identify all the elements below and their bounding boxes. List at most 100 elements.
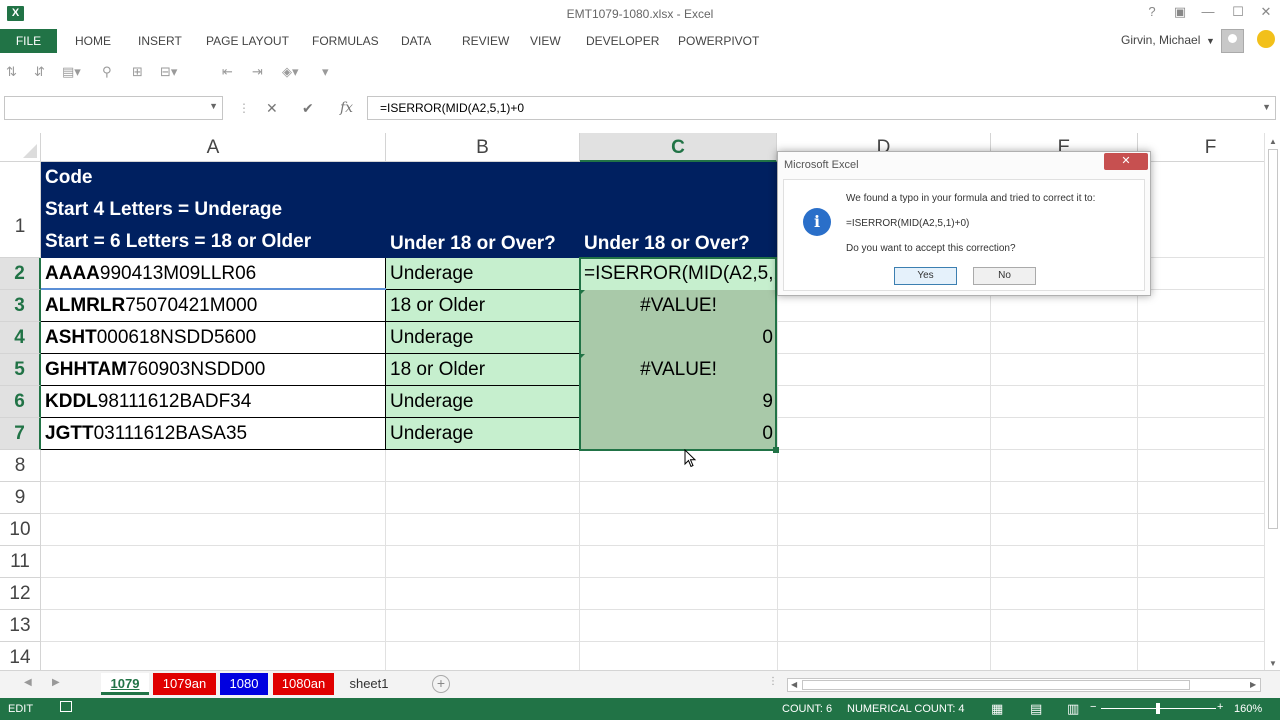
page-layout-view-icon[interactable]: ▤	[1030, 701, 1042, 717]
horizontal-scrollbar[interactable]: ◀ ▶	[787, 678, 1261, 692]
scroll-right-icon[interactable]: ▶	[1250, 680, 1256, 689]
cell-b6[interactable]: Underage	[386, 386, 580, 418]
minimize-icon[interactable]: —	[1198, 4, 1218, 19]
row-header-4[interactable]: 4	[0, 322, 41, 354]
row-header-2[interactable]: 2	[0, 258, 41, 290]
tab-view[interactable]: VIEW	[530, 29, 561, 53]
cancel-icon[interactable]: ✕	[266, 100, 278, 117]
row-header-1[interactable]: 1	[0, 162, 41, 258]
row-header-7[interactable]: 7	[0, 418, 41, 450]
tab-review[interactable]: REVIEW	[462, 29, 509, 53]
sheet-tab-sheet1[interactable]: sheet1	[340, 673, 398, 695]
insert-function-icon[interactable]: fx	[340, 100, 353, 116]
column-header-c[interactable]: C	[580, 133, 777, 162]
chevron-down-icon[interactable]: ▼	[209, 101, 218, 111]
enter-icon[interactable]: ✔	[302, 100, 314, 117]
zoom-slider-thumb[interactable]	[1156, 703, 1160, 714]
autocorrect-dialog[interactable]: Microsoft Excel ✕ i We found a typo in y…	[777, 151, 1151, 296]
tab-formulas[interactable]: FORMULAS	[312, 29, 379, 53]
cell-b4[interactable]: Underage	[386, 322, 580, 354]
prev-sheet-icon[interactable]: ◀	[24, 677, 32, 688]
close-icon[interactable]: ✕	[1256, 4, 1276, 20]
horizontal-scroll-thumb[interactable]	[802, 680, 1190, 690]
paste-icon[interactable]: ▤▾	[62, 64, 81, 80]
format-painter-icon[interactable]: ⚲	[102, 64, 112, 80]
cell-a5[interactable]: GHHTAM760903NSDD00	[41, 354, 386, 386]
cell-c6[interactable]: 9	[580, 386, 777, 418]
ribbon-display-icon[interactable]: ▣	[1170, 4, 1190, 20]
column-header-f[interactable]: F	[1138, 133, 1264, 162]
sort-icon[interactable]: ⇅	[6, 64, 17, 80]
no-button[interactable]: No	[973, 267, 1036, 285]
yes-button[interactable]: Yes	[894, 267, 957, 285]
cell-a3[interactable]: ALMRLR75070421M000	[41, 290, 386, 322]
dialog-close-button[interactable]: ✕	[1104, 153, 1148, 170]
feedback-smiley-icon[interactable]	[1257, 30, 1275, 48]
add-sheet-icon[interactable]: +	[432, 675, 450, 693]
normal-view-icon[interactable]: ▦	[991, 701, 1003, 717]
row-header-5[interactable]: 5	[0, 354, 41, 386]
user-dropdown-icon[interactable]: ▼	[1206, 29, 1215, 53]
row-header-6[interactable]: 6	[0, 386, 41, 418]
zoom-out-icon[interactable]: −	[1090, 701, 1096, 713]
decrease-indent-icon[interactable]: ⇤	[222, 64, 233, 80]
cell-b7[interactable]: Underage	[386, 418, 580, 450]
scroll-down-icon[interactable]: ▼	[1269, 659, 1277, 668]
vertical-scroll-thumb[interactable]	[1268, 149, 1278, 529]
cell-c7[interactable]: 0	[580, 418, 777, 450]
sort-desc-icon[interactable]: ⇵	[34, 64, 45, 80]
cell-c3[interactable]: #VALUE!	[580, 290, 777, 322]
cell-a1[interactable]: Code Start 4 Letters = Underage Start = …	[41, 162, 386, 258]
cell-b1[interactable]: Under 18 or Over?	[386, 162, 580, 258]
zoom-in-icon[interactable]: +	[1217, 701, 1223, 713]
select-all-button[interactable]	[0, 133, 41, 162]
borders-icon[interactable]: ⊞	[132, 64, 143, 80]
vertical-scrollbar[interactable]: ▲ ▼	[1264, 133, 1280, 670]
row-header-11[interactable]: 11	[0, 546, 41, 578]
cell-c5[interactable]: #VALUE!	[580, 354, 777, 386]
cell-b5[interactable]: 18 or Older	[386, 354, 580, 386]
cell-a6[interactable]: KDDL98111612BADF34	[41, 386, 386, 418]
row-header-9[interactable]: 9	[0, 482, 41, 514]
name-box[interactable]: ▼	[4, 96, 223, 120]
sheet-tab-1079an[interactable]: 1079an	[153, 673, 216, 695]
row-header-3[interactable]: 3	[0, 290, 41, 322]
fill-handle[interactable]	[773, 447, 779, 453]
increase-indent-icon[interactable]: ⇥	[252, 64, 263, 80]
page-break-view-icon[interactable]: ▥	[1067, 701, 1079, 717]
cell-c1[interactable]: Under 18 or Over?	[580, 162, 777, 258]
merge-icon[interactable]: ⊟▾	[160, 64, 177, 80]
tab-page-layout[interactable]: PAGE LAYOUT	[206, 29, 289, 53]
column-header-a[interactable]: A	[41, 133, 386, 162]
cell-a2[interactable]: AAAA990413M09LLR06	[41, 258, 386, 290]
avatar[interactable]	[1221, 29, 1244, 53]
customize-toolbar-icon[interactable]: ▾	[322, 64, 329, 80]
cell-c4[interactable]: 0	[580, 322, 777, 354]
fill-color-icon[interactable]: ◈▾	[282, 64, 299, 80]
user-name[interactable]: Girvin, Michael	[1121, 33, 1200, 47]
tab-insert[interactable]: INSERT	[138, 29, 182, 53]
cell-a4[interactable]: ASHT000618NSDD5600	[41, 322, 386, 354]
tab-developer[interactable]: DEVELOPER	[586, 29, 659, 53]
expand-formula-icon[interactable]: ▼	[1262, 102, 1271, 112]
help-icon[interactable]: ?	[1142, 4, 1162, 19]
tab-splitter-icon[interactable]: ⋮	[768, 676, 778, 687]
row-header-12[interactable]: 12	[0, 578, 41, 610]
zoom-level[interactable]: 160%	[1234, 703, 1262, 715]
next-sheet-icon[interactable]: ▶	[52, 677, 60, 688]
formula-input[interactable]: =ISERROR(MID(A2,5,1)+0 ▼	[367, 96, 1276, 120]
cell-a7[interactable]: JGTT03111612BASA35	[41, 418, 386, 450]
tab-home[interactable]: HOME	[75, 29, 111, 53]
cell-b3[interactable]: 18 or Older	[386, 290, 580, 322]
scroll-up-icon[interactable]: ▲	[1269, 137, 1277, 146]
tab-file[interactable]: FILE	[0, 29, 57, 53]
sheet-tab-1080[interactable]: 1080	[220, 673, 268, 695]
cell-b2[interactable]: Underage	[386, 258, 580, 290]
row-header-8[interactable]: 8	[0, 450, 41, 482]
maximize-icon[interactable]: ☐	[1228, 4, 1248, 20]
macro-record-icon[interactable]	[60, 701, 72, 712]
row-header-10[interactable]: 10	[0, 514, 41, 546]
sheet-tab-1080an[interactable]: 1080an	[273, 673, 334, 695]
scroll-left-icon[interactable]: ◀	[791, 680, 797, 689]
sheet-tab-1079[interactable]: 1079	[101, 673, 149, 695]
